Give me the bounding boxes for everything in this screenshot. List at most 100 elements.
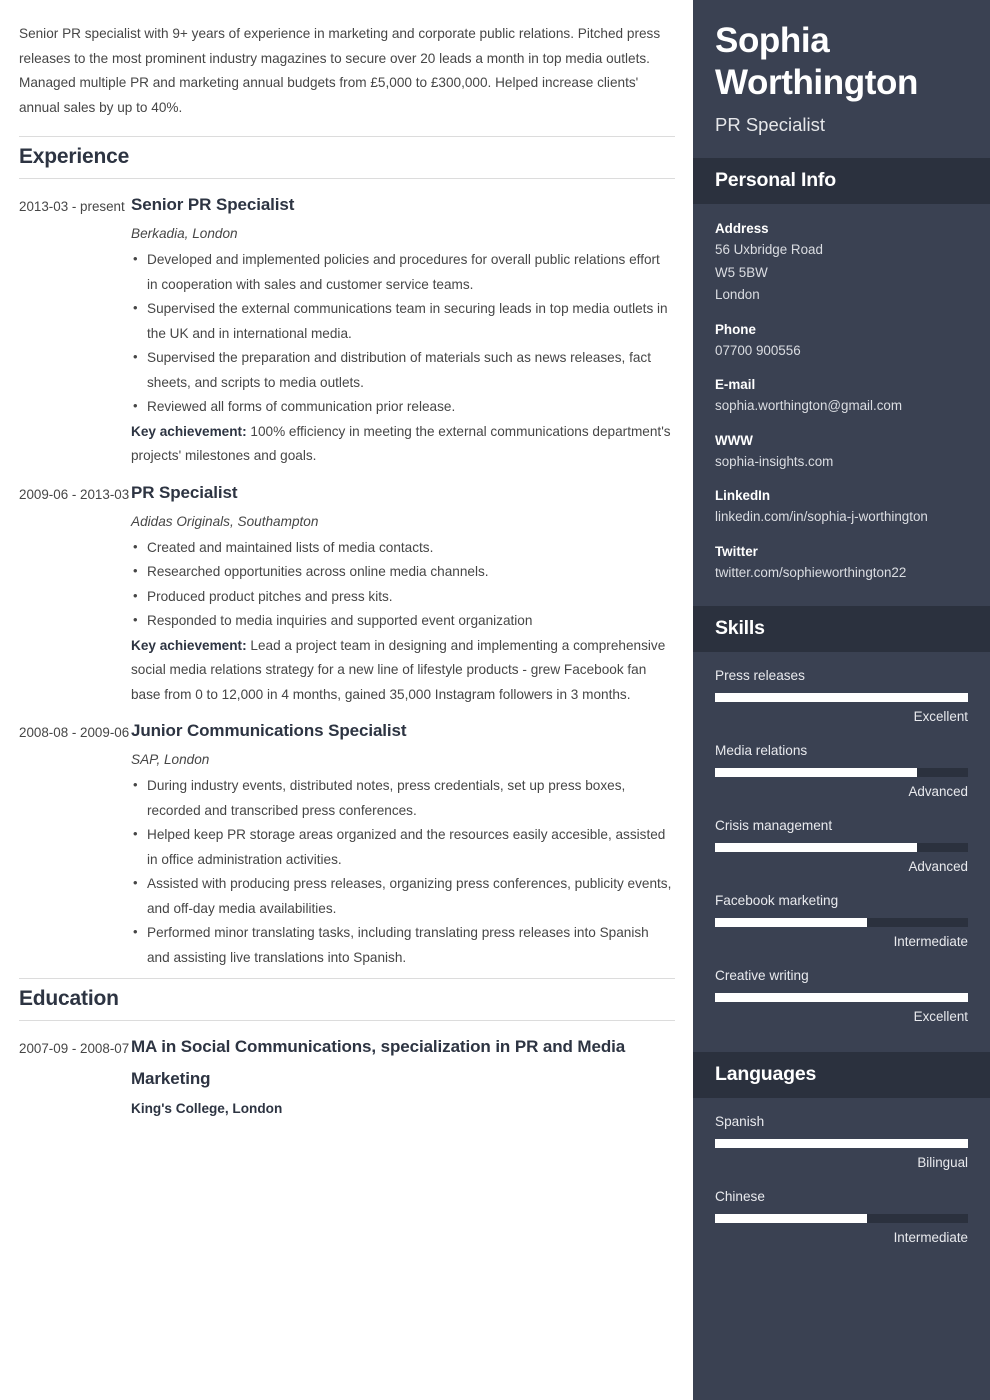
education-degree: MA in Social Communications, specializat… <box>131 1037 626 1088</box>
personal-info-item: E-mail sophia.worthington@gmail.com <box>715 374 968 418</box>
entry-job-title: Senior PR Specialist <box>131 195 295 214</box>
entry-bullet: Researched opportunities across online m… <box>131 559 672 585</box>
key-achievement-label: Key achievement: <box>131 637 247 653</box>
entry-company: SAP, London <box>131 752 210 767</box>
skill-item-bar-fill <box>715 768 918 777</box>
section-heading-personal-info: Personal Info <box>715 169 836 191</box>
entry-bullet: Reviewed all forms of communication prio… <box>131 394 672 420</box>
language-item-bar-fill <box>715 1139 968 1148</box>
professional-summary: Senior PR specialist with 9+ years of ex… <box>19 26 661 115</box>
entry-bullet: Helped keep PR storage areas organized a… <box>131 822 672 872</box>
skill-item-bar-track <box>715 993 968 1002</box>
language-item-name: Chinese <box>715 1189 765 1204</box>
personal-info-item: Phone 07700 900556 <box>715 319 968 363</box>
entry-body: PR Specialist Adidas Originals, Southampt… <box>131 477 678 708</box>
personal-info-value: W5 5BW <box>715 264 768 280</box>
entry-date-range: 2008-08 - 2009-06 <box>19 725 130 740</box>
candidate-job-title: PR Specialist <box>715 114 826 135</box>
skill-item-name: Media relations <box>715 743 808 758</box>
entry-bullet-list: Created and maintained lists of media co… <box>131 535 672 634</box>
entry-company: Adidas Originals, Southampton <box>131 513 319 529</box>
entry-company: Berkadia, London <box>131 226 238 241</box>
resume-page: Senior PR specialist with 9+ years of ex… <box>0 0 990 1400</box>
sidebar: Sophia Worthington PR Specialist Persona… <box>693 0 990 1400</box>
skill-item-bar-fill <box>715 918 867 927</box>
personal-info-item: WWW sophia-insights.com <box>715 430 968 474</box>
skill-item-bar-track <box>715 918 968 927</box>
skill-item-bar-track <box>715 768 968 777</box>
skill-item: Media relations Advanced <box>715 740 968 803</box>
section-heading-languages: Languages <box>715 1063 817 1085</box>
entry-bullet: Performed minor translating tasks, inclu… <box>131 920 672 970</box>
personal-info-label: E-mail <box>715 377 756 392</box>
sidebar-header: Sophia Worthington PR Specialist <box>693 20 990 140</box>
skill-item-bar-fill <box>715 993 968 1002</box>
entry-body: Senior PR Specialist Berkadia, London Deve… <box>131 189 678 469</box>
experience-list: 2013-03 - present Senior PR Specialist Ber… <box>19 179 678 970</box>
experience-entry: 2013-03 - present Senior PR Specialist Ber… <box>19 189 678 469</box>
entry-body: Junior Communications Specialist SAP, Lon… <box>131 715 678 970</box>
skill-item-level: Advanced <box>908 859 968 874</box>
entry-body: MA in Social Communications, specializat… <box>131 1031 678 1123</box>
personal-info-label: LinkedIn <box>715 488 771 503</box>
experience-entry: 2008-08 - 2009-06 Junior Communications S… <box>19 715 678 970</box>
personal-info-item: LinkedIn linkedin.com/in/sophia-j-worthin… <box>715 485 968 529</box>
entry-bullet-list: Developed and implemented policies and p… <box>131 247 672 420</box>
personal-info-label: Phone <box>715 321 756 337</box>
skill-item-name: Press releases <box>715 668 805 683</box>
personal-info-label: Twitter <box>715 543 758 559</box>
experience-entry: 2009-06 - 2013-03 PR Specialist Adidas Ori… <box>19 477 678 708</box>
entry-key-achievement: Key achievement: Lead a project team in … <box>131 637 666 702</box>
entry-key-achievement: Key achievement: 100% efficiency in meet… <box>131 423 671 464</box>
personal-info-label: Address <box>715 221 769 236</box>
personal-info-value: twitter.com/sophieworthington22 <box>715 564 907 580</box>
main-column: Senior PR specialist with 9+ years of ex… <box>0 0 693 1400</box>
education-entry: 2007-09 - 2008-07 MA in Social Communicat… <box>19 1031 678 1123</box>
entry-bullet: Created and maintained lists of media co… <box>131 535 672 561</box>
language-item-bar-track <box>715 1139 968 1148</box>
language-item-bar-track <box>715 1214 968 1223</box>
skill-item-bar-track <box>715 843 968 852</box>
language-item: Chinese Intermediate <box>715 1186 968 1249</box>
personal-info-value: 56 Uxbridge Road <box>715 242 823 257</box>
personal-info-value: linkedin.com/in/sophia-j-worthington <box>715 509 928 524</box>
language-item-level: Intermediate <box>893 1230 968 1245</box>
section-heading-education: Education <box>19 987 119 1010</box>
skill-item-name: Facebook marketing <box>715 893 839 908</box>
skill-item-bar-track <box>715 693 968 702</box>
personal-info-label: WWW <box>715 432 753 448</box>
personal-info-value: 07700 900556 <box>715 342 801 358</box>
skill-item: Creative writing Excellent <box>715 965 968 1028</box>
personal-info-value: London <box>715 287 760 302</box>
personal-info-list: Address 56 Uxbridge Road W5 5BW London Phone… <box>693 204 990 606</box>
skill-item: Crisis management Advanced <box>715 815 968 878</box>
skill-item-level: Excellent <box>913 1009 968 1024</box>
language-item-name: Spanish <box>715 1114 765 1129</box>
personal-info-item: Twitter twitter.com/sophieworthington22 <box>715 541 968 585</box>
entry-bullet: Assisted with producing press releases, … <box>131 871 672 921</box>
languages-list: Spanish Bilingual Chinese Intermediate <box>693 1098 990 1273</box>
entry-job-title: PR Specialist <box>131 482 238 502</box>
entry-bullet: Developed and implemented policies and p… <box>131 247 672 297</box>
entry-bullet-list: During industry events, distributed note… <box>131 773 672 970</box>
personal-info-item: Address 56 Uxbridge Road W5 5BW London <box>715 218 968 307</box>
key-achievement-label: Key achievement: <box>131 423 247 439</box>
language-item-bar-fill <box>715 1214 867 1223</box>
band-languages: Languages <box>693 1052 990 1098</box>
skill-item-name: Crisis management <box>715 818 833 833</box>
education-school: King's College, London <box>131 1101 283 1116</box>
entry-job-title: Junior Communications Specialist <box>131 721 407 740</box>
personal-info-value: sophia-insights.com <box>715 453 834 469</box>
entry-date-range: 2009-06 - 2013-03 <box>19 486 130 502</box>
skill-item-bar-fill <box>715 843 918 852</box>
skill-item-level: Advanced <box>908 784 968 799</box>
section-heading-skills: Skills <box>715 617 765 639</box>
entry-bullet: Responded to media inquiries and support… <box>131 608 672 634</box>
skill-item-level: Intermediate <box>893 934 968 949</box>
entry-date-range: 2013-03 - present <box>19 199 125 214</box>
skill-item: Facebook marketing Intermediate <box>715 890 968 953</box>
band-personal-info: Personal Info <box>693 158 990 204</box>
skill-item-name: Creative writing <box>715 968 809 983</box>
personal-info-value: sophia.worthington@gmail.com <box>715 398 903 413</box>
skills-list: Press releases Excellent Media relations Ad… <box>693 652 990 1052</box>
